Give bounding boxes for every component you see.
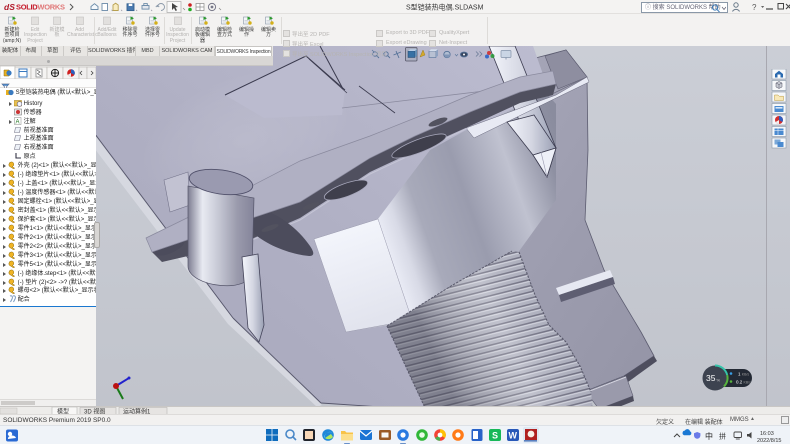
svg-text:35: 35: [706, 373, 716, 383]
svg-text:dS: dS: [4, 2, 15, 12]
svg-text:16:03: 16:03: [760, 431, 774, 437]
svg-text:S: S: [492, 431, 498, 441]
svg-text:A: A: [16, 119, 20, 125]
svg-text:SOLIDWORKS: SOLIDWORKS: [16, 3, 65, 12]
svg-text:1 KB/s: 1 KB/s: [738, 372, 749, 377]
svg-text:中: 中: [705, 431, 713, 441]
svg-text:W: W: [509, 431, 518, 441]
svg-text:0.2 KB/s: 0.2 KB/s: [736, 380, 751, 385]
svg-text:?: ?: [752, 3, 757, 12]
svg-text:S型铠装热电偶.SLDASM: S型铠装热电偶.SLDASM: [406, 3, 484, 12]
svg-text:拼: 拼: [719, 432, 726, 441]
svg-text:%: %: [717, 378, 721, 383]
svg-text:2022/8/15: 2022/8/15: [757, 438, 781, 444]
